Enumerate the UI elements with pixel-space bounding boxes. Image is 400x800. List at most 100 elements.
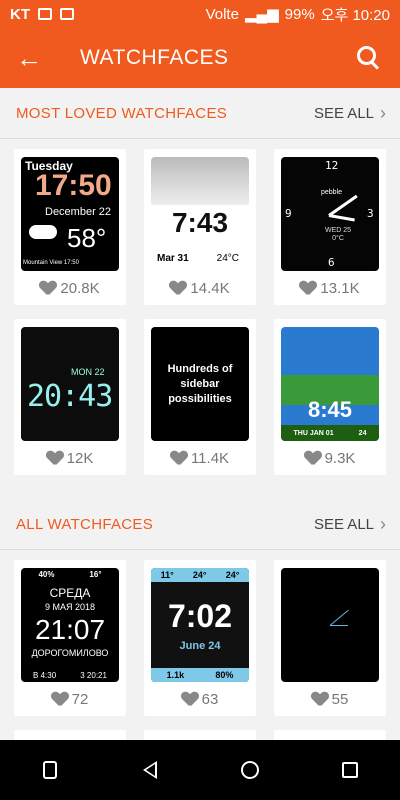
like-count-label: 14.4K	[190, 279, 230, 297]
minute-hand	[329, 609, 349, 626]
cloud-image	[151, 157, 249, 205]
watchface-preview	[281, 568, 379, 682]
wf-top-bar: 11° 24° 24°	[151, 568, 249, 582]
wf-date: 9 МАЯ 2018	[44, 602, 96, 612]
wf-numeral: 12	[325, 159, 339, 172]
see-all-button[interactable]: SEE ALL ›	[314, 103, 386, 124]
wf-top-row: 40% 16°	[21, 570, 119, 579]
section-title: MOST LOVED WATCHFACES	[16, 104, 228, 122]
like-count: 11.4K	[171, 441, 229, 475]
watchface-card[interactable]: 55	[274, 560, 386, 716]
like-count: 63	[182, 682, 219, 716]
wf-date: THU JAN 01	[293, 429, 334, 437]
home-button[interactable]	[230, 750, 270, 790]
hour-hand	[330, 625, 348, 626]
wf-numeral: 3	[367, 207, 374, 220]
section-title: ALL WATCHFACES	[16, 515, 154, 533]
screen-pin-icon	[43, 761, 57, 779]
see-all-label: SEE ALL	[313, 515, 374, 533]
watchface-preview: 11° 24° 24° 7:02 June 24 1.1k 80%	[151, 568, 249, 682]
watchface-card[interactable]: Hundreds of sidebar possibilities 11.4K	[144, 319, 256, 475]
watchface-preview: Hundreds of sidebar possibilities	[151, 327, 249, 441]
watchface-card[interactable]: Tuesday 17:50 December 22 58° Mountain V…	[14, 149, 126, 305]
content-scroll[interactable]: MOST LOVED WATCHFACES SEE ALL › Tuesday …	[0, 88, 400, 740]
heart-icon	[47, 451, 63, 465]
wf-time: 8:45	[307, 397, 353, 422]
most-loved-grid: Tuesday 17:50 December 22 58° Mountain V…	[0, 139, 400, 475]
wf-day: СРЕДА	[49, 586, 91, 600]
watchface-card[interactable]	[14, 730, 126, 740]
like-count: 20.8K	[40, 271, 99, 305]
watchface-preview: MON 22 20:43	[21, 327, 119, 441]
heart-icon	[171, 451, 187, 465]
heart-icon	[300, 281, 316, 295]
wf-time: 21:07	[34, 614, 106, 645]
like-count: 55	[312, 682, 349, 716]
see-all-button[interactable]: SEE ALL ›	[314, 514, 386, 535]
like-count-label: 63	[201, 690, 219, 708]
search-icon[interactable]	[354, 43, 384, 73]
heart-icon	[52, 692, 68, 706]
minute-hand	[328, 194, 358, 217]
image-notification-icon	[38, 8, 52, 20]
watchface-card[interactable]: 40% 16° СРЕДА 9 МАЯ 2018 21:07 ДОРОГОМИЛ…	[14, 560, 126, 716]
wf-time: 7:43	[171, 207, 229, 238]
wf-num: 24	[358, 429, 367, 437]
wf-temp: 58°	[67, 223, 107, 253]
wf-brand: pebble	[321, 189, 343, 196]
watchface-card[interactable]: 11° 24° 24° 7:02 June 24 1.1k 80% 63	[144, 560, 256, 716]
wf-location: Mountain View 17:50	[23, 260, 79, 266]
check-notification-icon	[60, 8, 74, 20]
back-triangle-icon	[143, 761, 157, 779]
recents-button[interactable]	[330, 750, 370, 790]
like-count-label: 72	[71, 690, 89, 708]
rain-cloud-icon	[29, 225, 57, 239]
like-count-label: 12K	[66, 449, 94, 467]
watchface-card[interactable]: MON 22 20:43 12K	[14, 319, 126, 475]
section-most-loved-header: MOST LOVED WATCHFACES SEE ALL ›	[0, 88, 400, 138]
watchface-preview: 12 3 6 9 pebble WED 25 0°C	[281, 157, 379, 271]
like-count: 72	[52, 682, 89, 716]
back-button[interactable]	[130, 750, 170, 790]
wf-numeral: 9	[285, 207, 292, 220]
like-count-label: 11.4K	[190, 449, 230, 467]
like-count-label: 9.3K	[324, 449, 356, 467]
like-count: 12K	[47, 441, 94, 475]
next-row-peek	[0, 716, 400, 740]
watchface-card[interactable]	[144, 730, 256, 740]
wf-text: Hundreds of sidebar possibilities	[167, 362, 233, 405]
arrow-left-icon[interactable]: ←	[16, 43, 66, 74]
watchface-card[interactable]	[274, 730, 386, 740]
watchface-preview: Tuesday 17:50 December 22 58° Mountain V…	[21, 157, 119, 271]
signal-icon: ▂▄▆	[244, 6, 279, 23]
like-count-label: 55	[331, 690, 349, 708]
watchface-card[interactable]: 8:45 THU JAN 01 24 9.3K	[274, 319, 386, 475]
wf-time: 17:50	[35, 169, 112, 202]
screen-pin-button[interactable]	[30, 750, 70, 790]
watchface-card[interactable]: 12 3 6 9 pebble WED 25 0°C 13.1K	[274, 149, 386, 305]
wf-numeral: 6	[328, 256, 335, 269]
watchface-card[interactable]: 7:43 Mar 31 24°C 14.4K	[144, 149, 256, 305]
wf-battery: 40%	[38, 570, 55, 579]
heart-icon	[305, 451, 321, 465]
wf-b: B 4:30	[33, 671, 57, 680]
app-bar: ← WATCHFACES	[0, 28, 400, 88]
heart-icon	[182, 692, 198, 706]
chevron-right-icon: ›	[380, 513, 386, 534]
page-title: WATCHFACES	[80, 46, 229, 69]
all-watchfaces-grid: 40% 16° СРЕДА 9 МАЯ 2018 21:07 ДОРОГОМИЛ…	[0, 550, 400, 716]
wf-bottom-bar: THU JAN 01 24	[281, 425, 379, 441]
see-all-label: SEE ALL	[313, 104, 374, 122]
wf-temp: 24°	[192, 570, 207, 580]
like-count: 14.4K	[170, 271, 229, 305]
like-count: 13.1K	[300, 271, 359, 305]
watchface-preview: 40% 16° СРЕДА 9 МАЯ 2018 21:07 ДОРОГОМИЛ…	[21, 568, 119, 682]
battery-label: 99%	[284, 5, 315, 23]
watchface-preview: 7:43 Mar 31 24°C	[151, 157, 249, 271]
wf-date: Mar 31	[157, 253, 189, 264]
wf-temp: 11°	[160, 570, 174, 580]
wf-battery: 80%	[215, 670, 234, 680]
wf-date: WED 25 0°C	[325, 227, 352, 242]
wf-date: June 24	[179, 640, 221, 652]
chevron-right-icon: ›	[380, 102, 386, 123]
